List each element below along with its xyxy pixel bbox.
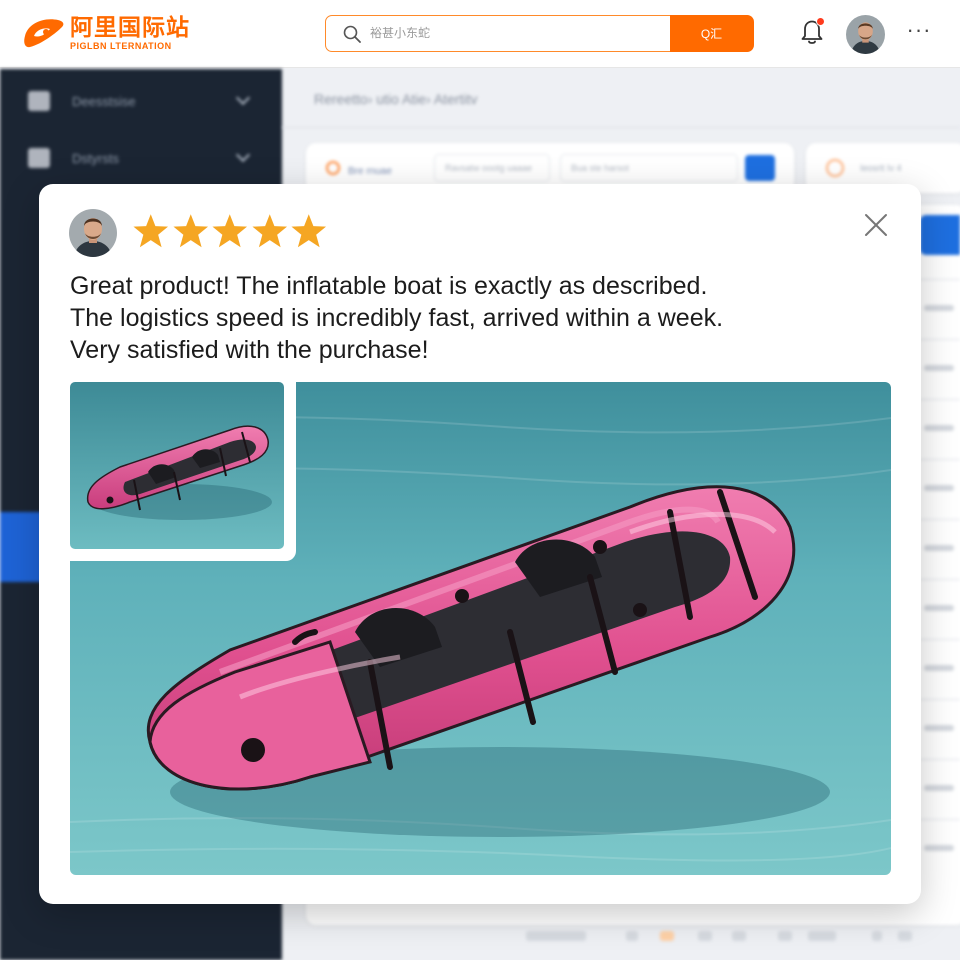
star-icon (133, 214, 169, 248)
pagination-last[interactable] (898, 931, 912, 941)
filter-input-2[interactable]: Bua ste harsot (560, 154, 738, 182)
logo-chinese-text: 阿里国际站 (70, 15, 190, 41)
inflatable-boat-thumbnail (70, 382, 284, 549)
more-icon[interactable]: ··· (906, 19, 932, 44)
review-photo-thumbnail[interactable] (70, 382, 284, 549)
table-cell (924, 305, 954, 311)
table-cell (924, 605, 954, 611)
filter-icon (326, 161, 340, 175)
table-cell (924, 785, 954, 791)
notification-badge (816, 17, 825, 26)
filter-input-1[interactable]: Ravsatw oootg uaaae (434, 154, 550, 182)
home-icon (28, 91, 50, 111)
review-line-3: Very satisfied with the purchase! (70, 336, 429, 364)
pagination-page[interactable] (698, 931, 712, 941)
search-icon (343, 25, 361, 43)
rating-stars (131, 212, 329, 250)
table-header-button[interactable] (920, 215, 960, 255)
breadcrumb[interactable]: Rereetto› utio Atie› Atertitv (314, 91, 477, 107)
filter-label: Bre rnuae (348, 166, 392, 177)
pagination-page[interactable] (732, 931, 746, 941)
review-line-1: Great product! The inflatable boat is ex… (70, 272, 708, 300)
table-row-divider (920, 819, 960, 820)
pagination-page[interactable] (660, 931, 674, 941)
table-row-divider (920, 699, 960, 700)
brand-logo[interactable]: 阿里国际站 PIGLBN LTERNATION (22, 14, 190, 52)
table-row-divider (920, 519, 960, 520)
filter-go-button[interactable] (745, 155, 775, 181)
search-input[interactable] (370, 22, 660, 44)
star-icon (291, 214, 327, 248)
table-row-divider (920, 279, 960, 280)
table-row-divider (920, 639, 960, 640)
pagination-info (526, 931, 586, 941)
table-row-divider (920, 579, 960, 580)
chevron-down-icon (235, 90, 251, 106)
star-icon (172, 214, 208, 248)
table-cell (924, 365, 954, 371)
search-button-label: Q汇 (700, 26, 723, 41)
sidebar-item-active[interactable] (0, 512, 42, 582)
sidebar-item-1[interactable]: Deesstsise (0, 81, 282, 121)
calendar-icon (826, 159, 844, 177)
table-cell (924, 425, 954, 431)
divider (282, 127, 960, 128)
chevron-down-icon (235, 147, 251, 163)
sidebar-item-label: Dstyrsts (72, 150, 119, 166)
table-row-divider (920, 459, 960, 460)
table-cell (924, 485, 954, 491)
star-icon (251, 214, 287, 248)
table-cell (924, 545, 954, 551)
user-avatar[interactable] (846, 15, 885, 54)
pagination-prev[interactable] (626, 931, 638, 941)
sidebar-item-label: Deesstsise (72, 93, 136, 109)
search-bar: Q汇 (325, 14, 754, 52)
sidebar-item-2[interactable]: Dstyrsts (0, 138, 282, 178)
star-icon (212, 214, 248, 248)
reviewer-avatar-image (69, 209, 117, 257)
close-icon[interactable] (861, 210, 891, 240)
top-header: 阿里国际站 PIGLBN LTERNATION Q汇 ··· (0, 0, 960, 68)
table-row-divider (920, 339, 960, 340)
logo-english-text: PIGLBN LTERNATION (70, 41, 172, 51)
pagination-next[interactable] (872, 931, 882, 941)
avatar-image (846, 15, 885, 54)
review-text: Great product! The inflatable boat is ex… (70, 270, 870, 366)
search-button[interactable]: Q汇 (669, 14, 754, 52)
reviewer-avatar[interactable] (69, 209, 117, 257)
logo-icon (24, 19, 64, 48)
pagination-page[interactable] (778, 931, 792, 941)
side-card-label: Ieosrit Iv 4 (860, 163, 902, 173)
pagination-page[interactable] (808, 931, 836, 941)
table-row-divider (920, 759, 960, 760)
table-cell (924, 845, 954, 851)
review-modal: Great product! The inflatable boat is ex… (39, 184, 921, 904)
review-line-2: The logistics speed is incredibly fast, … (70, 304, 724, 332)
table-row-divider (920, 399, 960, 400)
table-cell (924, 725, 954, 731)
dashboard-icon (28, 148, 50, 168)
table-cell (924, 665, 954, 671)
